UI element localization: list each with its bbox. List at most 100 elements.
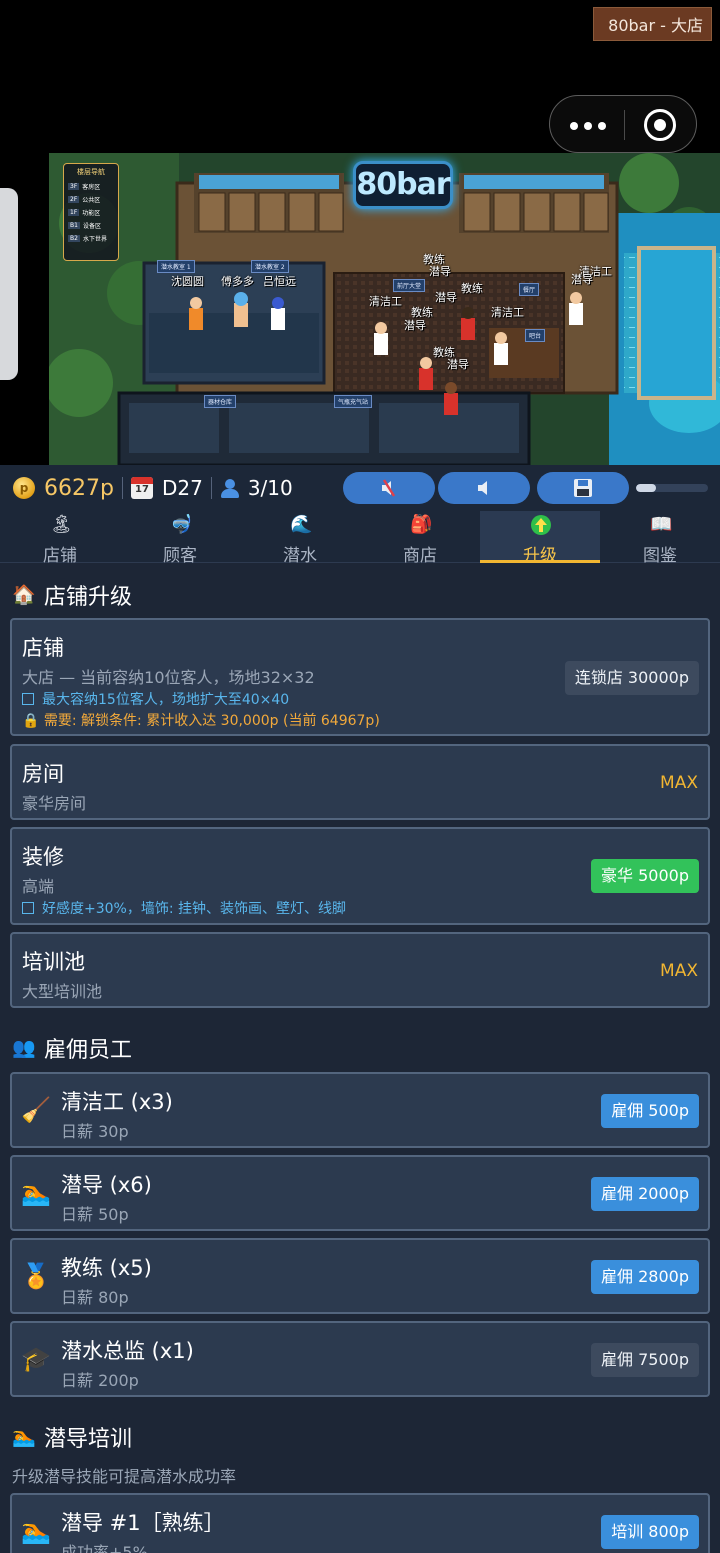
upgrade-luxury-button[interactable]: 豪华 5000p [591,859,699,893]
train-guide-button[interactable]: 培训 800p [601,1515,699,1549]
game-scene[interactable]: 楼层导航 3F 客房区 2F 公共区 1F 功能区 B1 设备区 B2 水下世界 80ba… [49,153,720,465]
npc-label: 潜导 [571,273,593,286]
upgrade-name: 店铺 [22,636,64,660]
floor-nav-item[interactable]: B1 设备区 [68,219,114,232]
hire-guide-button[interactable]: 雇佣 2000p [591,1177,699,1211]
upgrade-card-room: 房间 豪华房间 MAX [10,744,710,820]
broom-icon: 🧹 [21,1096,51,1124]
calendar-day: 17 [134,484,149,495]
bar-neon-sign: 80bar [353,161,453,209]
section-title-shop-upgrade: 🏠 店铺升级 [12,579,132,611]
staff-name: 教练 (x5) [61,1256,152,1280]
npc-label: 潜导 [429,265,451,278]
window-title: 80bar - 大店 [593,7,712,41]
npc-label: 傅多多 [221,275,254,288]
upgrade-current: 大型培训池 [22,982,103,1001]
graduation-cap-icon: 🎓 [21,1345,51,1373]
hire-instructor-button[interactable]: 雇佣 2800p [591,1260,699,1294]
upgrade-card-decoration: 装修 高端 好感度+30%，墙饰: 挂钟、装饰画、壁灯、线脚 豪华 5000p [10,827,710,925]
staff-name: 潜水总监 (x1) [61,1339,194,1363]
npc-label: 教练 [461,282,483,295]
floor-nav-item[interactable]: 3F 客房区 [68,180,114,193]
save-button[interactable] [537,472,629,504]
info-icon [22,902,34,914]
upgrade-card-training-pool: 培训池 大型培训池 MAX [10,932,710,1008]
more-dots-icon[interactable] [570,110,620,140]
tab-upgrade[interactable]: 升级 [480,511,600,566]
target-icon[interactable] [644,109,676,141]
upgrade-next-info: 最大容纳15位客人，场地扩大至40×40 [22,689,289,709]
staff-wage: 日薪 30p [61,1122,129,1141]
npc-label: 吕恒远 [263,275,296,288]
status-bar: p 6627p 17 D27 3/10 [0,465,720,511]
floor-nav-item[interactable]: B2 水下世界 [68,232,114,245]
floor-nav-item[interactable]: 2F 公共区 [68,193,114,206]
npc-label: 清洁工 [491,306,524,319]
trainee-name: 潜导 #1［熟练］ [61,1511,225,1535]
training-card-guide-1: 🏊 潜导 #1［熟练］ 成功率+5% 培训 800p [10,1493,710,1553]
person-icon [220,478,240,498]
staff-name: 清洁工 (x3) [61,1090,173,1114]
section-title-text: 店铺升级 [44,585,133,610]
hire-director-button[interactable]: 雇佣 7500p [591,1343,699,1377]
staff-card-director: 🎓 潜水总监 (x1) 日薪 200p 雇佣 7500p [10,1321,710,1397]
floppy-disk-icon [574,479,592,497]
people-icon: 👥 [12,1037,36,1059]
upgrade-next-text: 最大容纳15位客人，场地扩大至40×40 [42,692,290,708]
capsule-divider [624,110,625,140]
training-effect: 成功率+5% [61,1543,148,1553]
upgrade-chain-store-button[interactable]: 连锁店 30000p [564,661,699,695]
floor-code: 2F [68,196,80,203]
wave-icon: 🌊 [290,514,313,535]
divider [121,477,123,499]
divider [210,477,212,499]
tab-shop[interactable]: 🏝 店铺 [0,511,120,566]
npc-label: 潜导 [435,291,457,304]
upgrade-card-shop: 店铺 大店 — 当前容纳10位客人，场地32×32 最大容纳15位客人，场地扩大… [10,618,710,736]
floor-navigation[interactable]: 楼层导航 3F 客房区 2F 公共区 1F 功能区 B1 设备区 B2 水下世界 [63,163,119,261]
floor-code: B2 [68,235,80,242]
staff-wage: 日薪 50p [61,1205,129,1224]
max-badge: MAX [660,773,698,793]
main-tabs: 🏝 店铺 🤿 顾客 🌊 潜水 🎒 商店 升级 📖 图鉴 [0,511,720,566]
floor-name: 功能区 [82,210,101,217]
progress-fill [636,484,657,492]
hire-cleaner-button[interactable]: 雇佣 500p [601,1094,699,1128]
npc-label: 潜导 [404,319,426,332]
floor-code: 1F [68,209,80,216]
staff-card-instructor: 🏅 教练 (x5) 日薪 80p 雇佣 2800p [10,1238,710,1314]
upgrade-arrow-icon [530,514,552,536]
mute-button[interactable] [343,472,435,504]
miniapp-capsule [549,95,697,153]
diver-mask-icon: 🤿 [170,514,193,535]
staff-name: 潜导 (x6) [61,1173,152,1197]
tab-diving[interactable]: 🌊 潜水 [240,511,360,566]
floor-code: B1 [68,222,80,229]
unlock-requirement: 🔒 需要: 解锁条件: 累计收入达 30,000p (当前 64967p) [22,713,380,729]
upgrade-panel[interactable]: 🏠 店铺升级 店铺 大店 — 当前容纳10位客人，场地32×32 最大容纳15位… [0,563,720,1553]
sound-button[interactable] [438,472,530,504]
floor-code: 3F [68,183,80,190]
upgrade-current: 豪华房间 [22,794,87,813]
speaker-icon [478,481,487,495]
room-tag: 潜水教室 2 [251,260,289,273]
floor-name: 客房区 [82,184,101,191]
section-title-text: 雇佣员工 [44,1038,133,1063]
money-amount: 6627p [44,475,114,501]
floor-nav-item[interactable]: 1F 功能区 [68,206,114,219]
side-drawer-handle[interactable] [0,188,18,380]
tab-store[interactable]: 🎒 商店 [360,511,480,566]
section-title-guide-training: 🏊 潜导培训 [12,1421,132,1453]
floor-name: 水下世界 [82,236,107,243]
upgrade-current: 大店 — 当前容纳10位客人，场地32×32 [22,668,315,687]
tab-encyclopedia[interactable]: 📖 图鉴 [600,511,720,566]
swimmer-icon: 🏊 [12,1426,36,1448]
tab-customers[interactable]: 🤿 顾客 [120,511,240,566]
room-tag: 餐厅 [519,283,540,296]
npc-label: 清洁工 [369,295,402,308]
staff-wage: 日薪 80p [61,1288,129,1307]
room-tag: 器材仓库 [204,395,237,408]
coin-icon: p [13,477,35,499]
info-icon [22,693,34,705]
speaker-muted-icon [382,479,396,497]
